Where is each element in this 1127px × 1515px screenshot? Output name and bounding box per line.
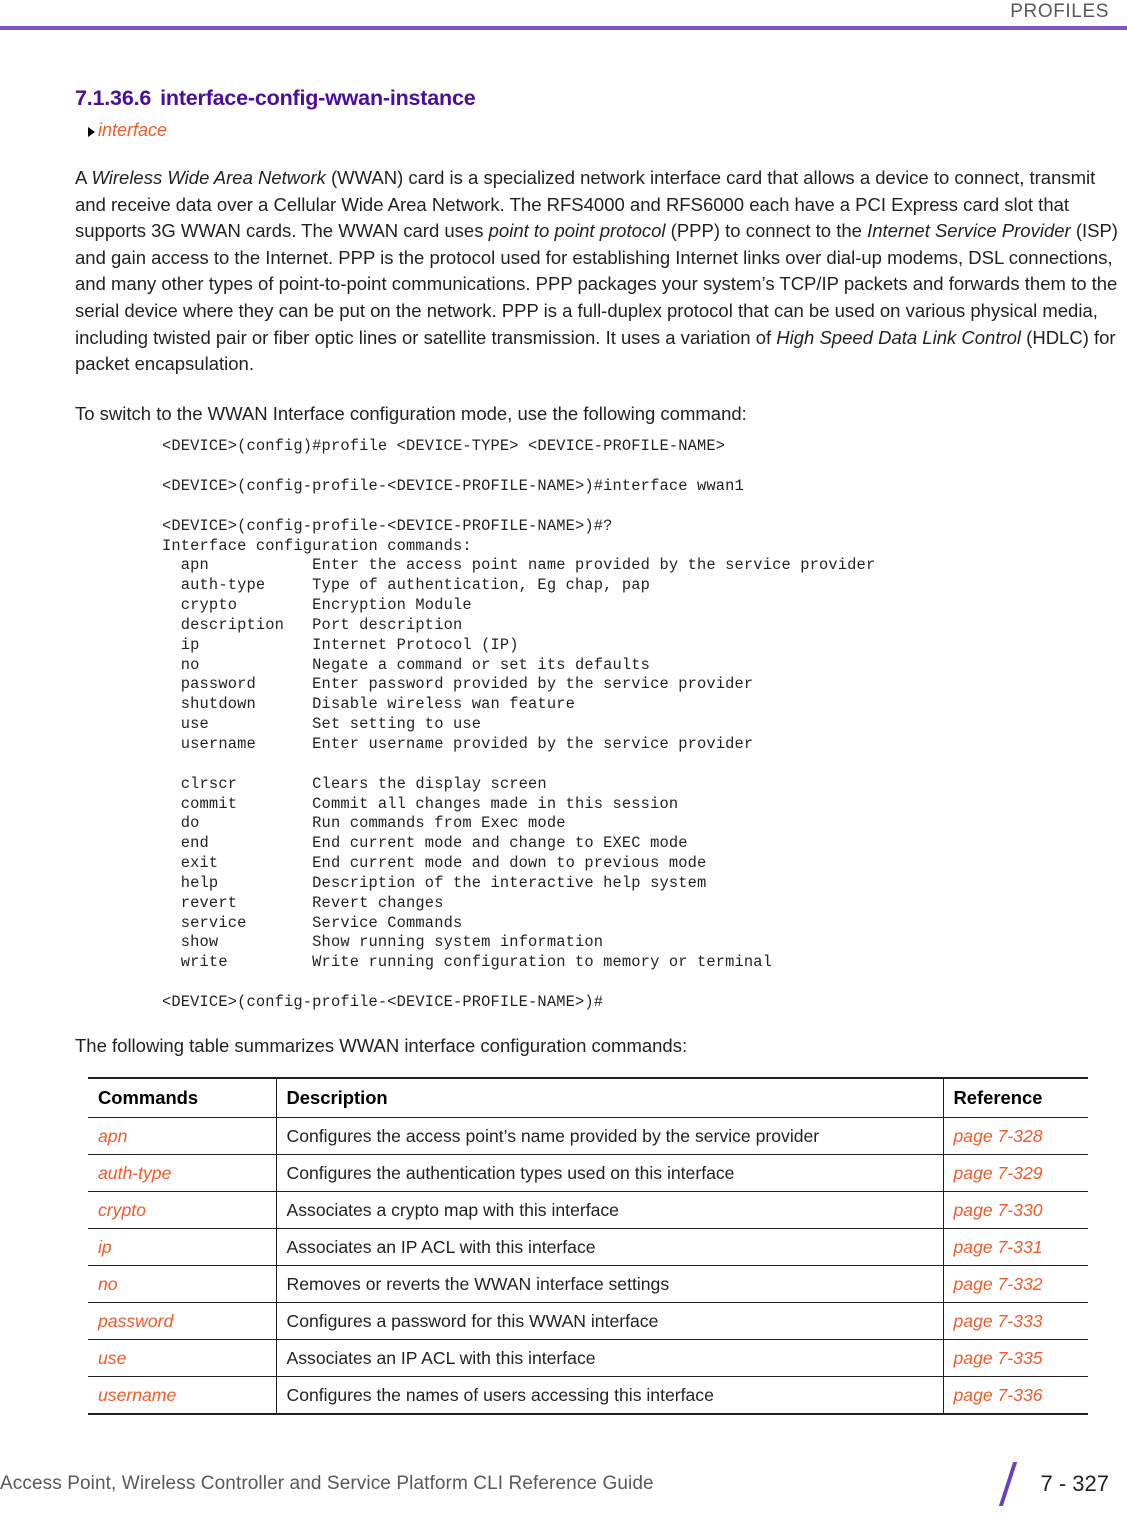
section-title: interface-config-wwan-instance [160,86,476,110]
command-description: Removes or reverts the WWAN interface se… [275,1265,943,1304]
intro-emphasis-4: High Speed Data Link Control [776,326,1022,348]
switch-mode-paragraph: To switch to the WWAN Interface configur… [75,402,747,424]
reference-link[interactable]: page 7-330 [942,1191,1088,1230]
column-header-description: Description [275,1077,943,1119]
command-description: Associates an IP ACL with this interface [275,1339,943,1378]
command-description: Associates a crypto map with this interf… [275,1191,943,1230]
intro-text-3: (PPP) to connect to the [665,220,868,242]
table-header-row: Commands Description Reference [88,1077,1088,1119]
table-row: use Associates an IP ACL with this inter… [88,1339,1088,1378]
page-content: 7.1.36.6 interface-config-wwan-instance i… [75,86,1125,1416]
page-footer: Access Point, Wireless Controller and Se… [0,1451,1127,1515]
table-row: username Configures the names of users a… [88,1376,1088,1416]
commands-table: Commands Description Reference apn Confi… [88,1077,1088,1416]
command-description: Configures the names of users accessing … [275,1376,943,1416]
reference-link[interactable]: page 7-335 [942,1339,1088,1378]
breadcrumb-label: interface [98,120,168,140]
section-number: 7.1.36.6 [75,86,152,110]
reference-link[interactable]: page 7-332 [942,1265,1088,1304]
command-link[interactable]: apn [88,1117,276,1156]
command-link[interactable]: no [88,1265,276,1304]
table-row: ip Associates an IP ACL with this interf… [88,1228,1088,1267]
triangle-right-icon [88,126,95,137]
command-description: Associates an IP ACL with this interface [275,1228,943,1267]
page-header: PROFILES [0,0,1127,34]
table-row: apn Configures the access point’s name p… [88,1117,1088,1156]
page-number: 7 - 327 [1040,1471,1110,1496]
reference-link[interactable]: page 7-329 [942,1154,1088,1193]
reference-link[interactable]: page 7-331 [942,1228,1088,1267]
command-link[interactable]: auth-type [88,1154,276,1193]
header-title: PROFILES [1010,1,1109,22]
slash-divider-icon [998,1462,1017,1506]
intro-emphasis-2: point to point protocol [488,220,666,242]
table-row: password Configures a password for this … [88,1302,1088,1341]
reference-link[interactable]: page 7-328 [942,1117,1088,1156]
intro-emphasis-1: Wireless Wide Area Network [91,167,326,188]
command-link[interactable]: use [88,1339,276,1378]
table-row: crypto Associates a crypto map with this… [88,1191,1088,1230]
table-intro-paragraph: The following table summarizes WWAN inte… [75,1034,688,1056]
command-link[interactable]: username [88,1376,276,1416]
header-rule [0,26,1127,30]
reference-link[interactable]: page 7-336 [942,1376,1088,1416]
footer-title: Access Point, Wireless Controller and Se… [0,1473,654,1494]
command-description: Configures the access point’s name provi… [275,1117,943,1156]
table-row: auth-type Configures the authentication … [88,1154,1088,1193]
intro-emphasis-3: Internet Service Provider [867,220,1071,242]
column-header-commands: Commands [88,1077,276,1119]
command-link[interactable]: ip [88,1228,276,1267]
command-link[interactable]: crypto [88,1191,276,1230]
intro-text-1: A [75,167,92,188]
reference-link[interactable]: page 7-333 [942,1302,1088,1341]
command-link[interactable]: password [88,1302,276,1341]
intro-paragraph: A Wireless Wide Area Network (WWAN) card… [75,165,1125,378]
table-row: no Removes or reverts the WWAN interface… [88,1265,1088,1304]
page-title: 7.1.36.6 interface-config-wwan-instance [75,86,1125,111]
breadcrumb[interactable]: interface [88,120,1125,141]
command-description: Configures a password for this WWAN inte… [275,1302,943,1341]
command-description: Configures the authentication types used… [275,1154,943,1193]
commands-table-body: apn Configures the access point’s name p… [88,1117,1088,1416]
cli-code-block: <DEVICE>(config)#profile <DEVICE-TYPE> <… [162,437,876,1011]
column-header-reference: Reference [942,1077,1088,1119]
